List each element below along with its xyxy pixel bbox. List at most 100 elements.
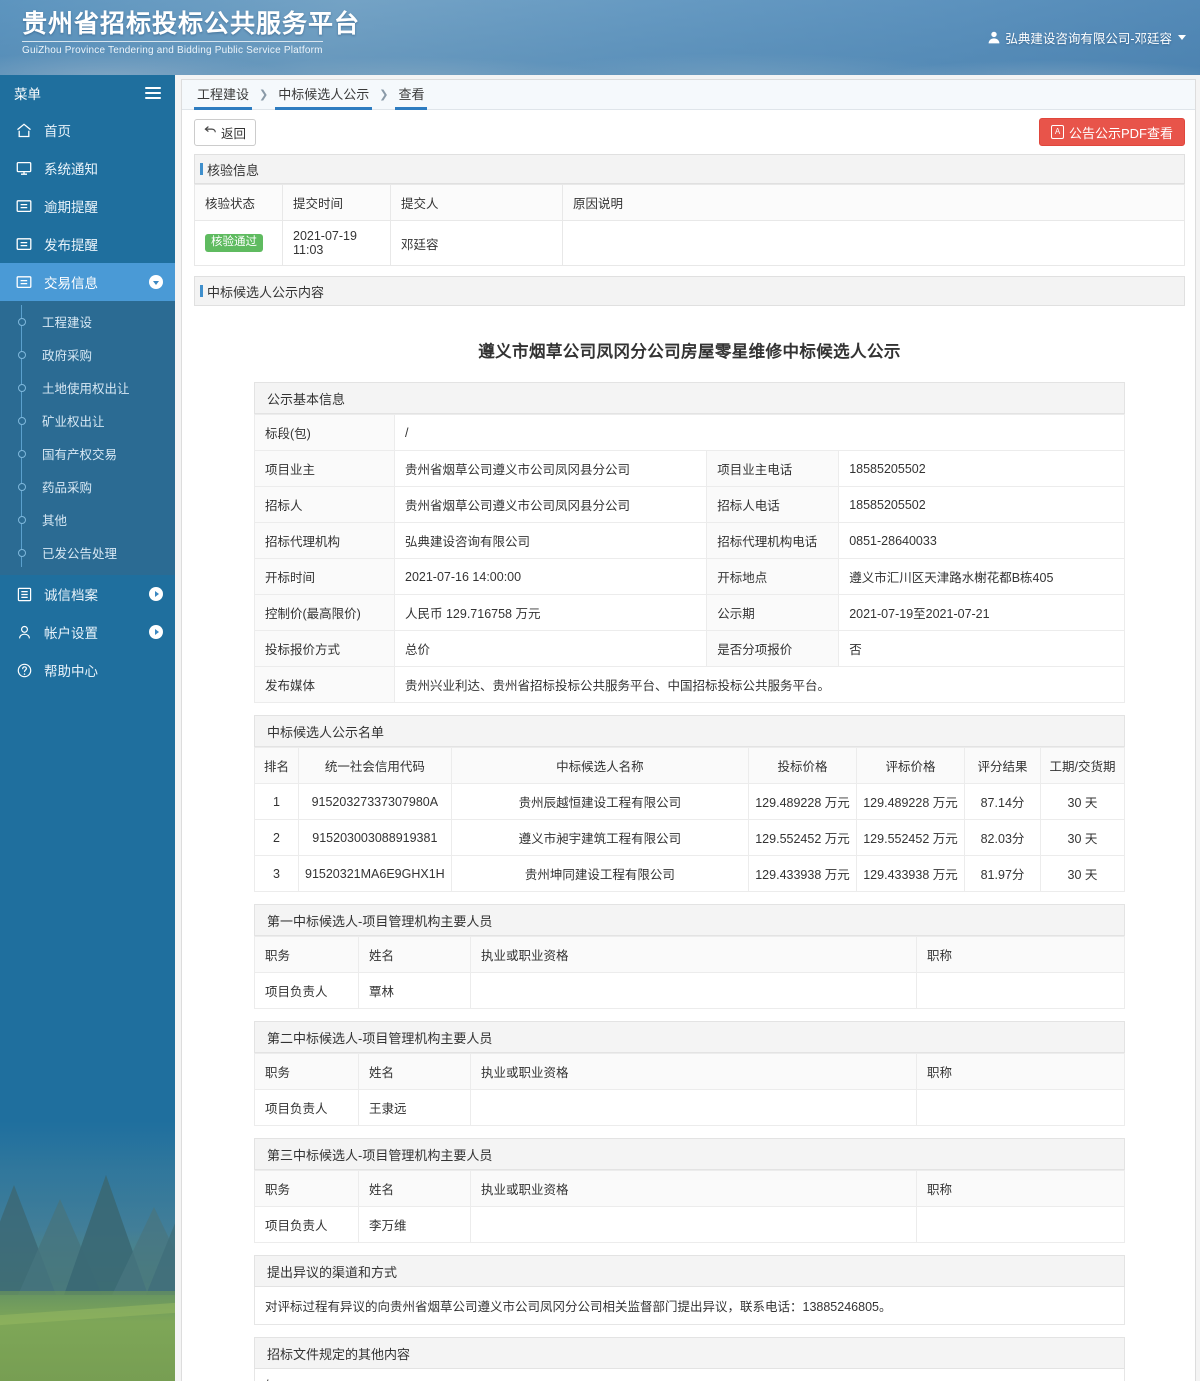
- sidebar-subitem-state-property[interactable]: 国有产权交易: [0, 437, 175, 470]
- table-row: 招标代理机构 弘典建设咨询有限公司 招标代理机构电话 0851-28640033: [254, 522, 1125, 559]
- cell-bid-price: 129.552452 万元: [748, 819, 857, 856]
- personnel-section-title-1: 第一中标候选人-项目管理机构主要人员: [254, 904, 1125, 936]
- breadcrumb-item-construction[interactable]: 工程建设: [194, 84, 253, 110]
- sidebar-subitem-land-use-right[interactable]: 土地使用权出让: [0, 371, 175, 404]
- cell-duration: 30 天: [1040, 855, 1125, 892]
- sidebar-subitem-construction[interactable]: 工程建设: [0, 305, 175, 338]
- value-project-owner-phone: 18585205502: [838, 450, 1125, 487]
- col-eval-price: 评标价格: [856, 747, 965, 784]
- table-row: 3 91520321MA6E9GHX1H 贵州坤同建设工程有限公司 129.43…: [254, 855, 1125, 892]
- cell-candidate-name: 贵州坤同建设工程有限公司: [450, 855, 750, 892]
- cell-position: 项目负责人: [254, 1206, 359, 1243]
- label-price-cap: 控制价(最高限价): [254, 594, 395, 631]
- cell-eval-price: 129.552452 万元: [856, 819, 965, 856]
- value-project-owner: 贵州省烟草公司遵义市公司凤冈县分公司: [393, 450, 708, 487]
- view-pdf-button[interactable]: A 公告公示PDF查看: [1038, 118, 1185, 146]
- cell-duration: 30 天: [1040, 819, 1125, 856]
- back-button-label: 返回: [221, 126, 247, 141]
- sidebar-item-publish-reminder[interactable]: 发布提醒: [0, 225, 175, 263]
- sidebar-item-transaction-info[interactable]: 交易信息: [0, 263, 175, 301]
- chevron-right-icon: [149, 625, 163, 639]
- sidebar-subitem-label: 土地使用权出让: [42, 382, 130, 396]
- back-button[interactable]: 返回: [194, 118, 257, 146]
- personnel-table-2: 职务 姓名 执业或职业资格 职称 项目负责人 王隶远: [254, 1053, 1125, 1126]
- sidebar-subitem-gov-procurement[interactable]: 政府采购: [0, 338, 175, 371]
- cell-title: [916, 1089, 1125, 1126]
- cell-submit-time: 2021-07-19 11:03: [282, 220, 391, 266]
- col-title: 职称: [916, 1170, 1125, 1207]
- sidebar-menu-list: 首页 系统通知 逾期提醒 发布提醒 交易信息 工程建设 政府采购 土地使用权出让…: [0, 111, 175, 689]
- cell-score: 87.14分: [964, 783, 1041, 820]
- sidebar: 菜单 首页 系统通知 逾期提醒 发布提醒 交易信息 工程建设 政府采购 土地使用…: [0, 75, 175, 1381]
- user-icon: [988, 31, 1000, 44]
- home-icon: [14, 121, 34, 139]
- cell-bid-price: 129.489228 万元: [748, 783, 857, 820]
- value-itemized-quote: 否: [838, 630, 1125, 667]
- table-header-row: 核验状态 提交时间 提交人 原因说明: [194, 184, 1185, 221]
- table-row: 招标人 贵州省烟草公司遵义市公司凤冈县分公司 招标人电话 18585205502: [254, 486, 1125, 523]
- cell-name: 覃林: [358, 972, 471, 1009]
- sidebar-subitem-label: 药品采购: [42, 481, 93, 495]
- pdf-file-icon: A: [1050, 125, 1064, 139]
- sidebar-subitem-drug-procurement[interactable]: 药品采购: [0, 470, 175, 503]
- sidebar-item-credit-archive[interactable]: 诚信档案: [0, 575, 175, 613]
- breadcrumb-item-candidate-notice[interactable]: 中标候选人公示: [275, 84, 373, 110]
- page-title: 遵义市烟草公司凤冈分公司房屋零星维修中标候选人公示: [478, 343, 901, 361]
- col-position: 职务: [254, 1053, 359, 1090]
- sidebar-subitem-label: 矿业权出让: [42, 415, 105, 429]
- sidebar-subitem-mining-right[interactable]: 矿业权出让: [0, 404, 175, 437]
- cell-rank: 1: [254, 783, 299, 820]
- col-qualification: 执业或职业资格: [470, 936, 917, 973]
- personnel-section-title-3: 第三中标候选人-项目管理机构主要人员: [254, 1138, 1125, 1170]
- col-candidate-name: 中标候选人名称: [450, 747, 750, 784]
- sidebar-item-system-notice[interactable]: 系统通知: [0, 149, 175, 187]
- col-submit-time: 提交时间: [282, 184, 391, 221]
- sidebar-item-label: 帮助中心: [44, 664, 98, 679]
- sidebar-item-home[interactable]: 首页: [0, 111, 175, 149]
- sidebar-subitem-other[interactable]: 其他: [0, 503, 175, 536]
- sidebar-item-label: 交易信息: [44, 276, 98, 291]
- sidebar-item-account-settings[interactable]: 帐户设置: [0, 613, 175, 651]
- sidebar-item-label: 发布提醒: [44, 238, 98, 253]
- value-publicity-period: 2021-07-19至2021-07-21: [838, 594, 1125, 631]
- hamburger-icon[interactable]: [145, 84, 161, 102]
- table-row: 核验通过 2021-07-19 11:03 邓廷容: [194, 220, 1185, 266]
- cell-eval-price: 129.489228 万元: [856, 783, 965, 820]
- col-bid-price: 投标价格: [748, 747, 857, 784]
- objection-channel-section-title: 提出异议的渠道和方式: [254, 1255, 1125, 1287]
- cell-reason: [562, 220, 1185, 266]
- personnel-table-1: 职务 姓名 执业或职业资格 职称 项目负责人 覃林: [254, 936, 1125, 1009]
- candidate-list-table: 排名 统一社会信用代码 中标候选人名称 投标价格 评标价格 评分结果 工期/交货…: [254, 747, 1125, 892]
- question-circle-icon: [14, 661, 34, 679]
- value-bid-open-place: 遵义市汇川区天津路水榭花都B栋405: [838, 558, 1125, 595]
- user-menu[interactable]: 弘典建设咨询有限公司-邓廷容: [988, 28, 1186, 47]
- sidebar-menu-label: 菜单: [14, 87, 41, 102]
- sidebar-item-label: 首页: [44, 124, 71, 139]
- table-header-row: 职务 姓名 执业或职业资格 职称: [254, 1170, 1125, 1207]
- table-row: 标段(包) /: [254, 414, 1125, 451]
- cell-name: 李万维: [358, 1206, 471, 1243]
- col-qualification: 执业或职业资格: [470, 1053, 917, 1090]
- breadcrumb-separator-icon: ❯: [379, 89, 389, 101]
- breadcrumb-item-view[interactable]: 查看: [395, 84, 428, 110]
- value-agency-phone: 0851-28640033: [838, 522, 1125, 559]
- sidebar-subitem-label: 其他: [42, 514, 68, 528]
- personnel-table-3: 职务 姓名 执业或职业资格 职称 项目负责人 李万维: [254, 1170, 1125, 1243]
- sidebar-item-overdue-reminder[interactable]: 逾期提醒: [0, 187, 175, 225]
- label-tenderer-phone: 招标人电话: [706, 486, 840, 523]
- chevron-right-icon: [149, 587, 163, 601]
- list-box-icon: [14, 273, 34, 291]
- table-row: 控制价(最高限价) 人民币 129.716758 万元 公示期 2021-07-…: [254, 594, 1125, 631]
- label-project-owner-phone: 项目业主电话: [706, 450, 840, 487]
- cell-score: 81.97分: [964, 855, 1041, 892]
- cell-bid-price: 129.433938 万元: [748, 855, 857, 892]
- cell-duration: 30 天: [1040, 783, 1125, 820]
- breadcrumb: 工程建设 ❯ 中标候选人公示 ❯ 查看: [182, 80, 1195, 110]
- value-bid-open-time: 2021-07-16 14:00:00: [393, 558, 708, 595]
- candidate-list-section-title: 中标候选人公示名单: [254, 715, 1125, 747]
- list-box-icon: [14, 235, 34, 253]
- label-itemized-quote: 是否分项报价: [706, 630, 840, 667]
- label-lot: 标段(包): [254, 414, 395, 451]
- sidebar-item-help-center[interactable]: 帮助中心: [0, 651, 175, 689]
- sidebar-subitem-published-notice[interactable]: 已发公告处理: [0, 536, 175, 569]
